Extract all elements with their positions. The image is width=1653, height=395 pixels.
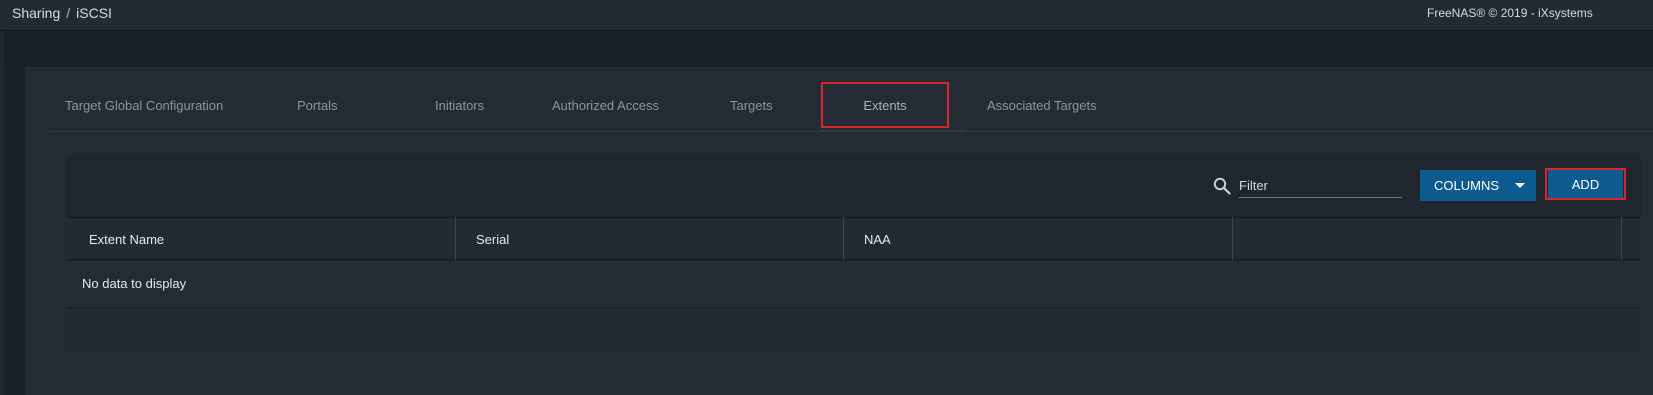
column-divider[interactable] bbox=[1621, 217, 1622, 260]
tab-bar: Target Global Configuration Portals Init… bbox=[50, 78, 1653, 132]
breadcrumb-sharing[interactable]: Sharing bbox=[12, 5, 60, 21]
copyright-text: FreeNAS® © 2019 - iXsystems bbox=[1427, 6, 1593, 20]
empty-message: No data to display bbox=[82, 276, 187, 291]
tab-targets[interactable]: Targets bbox=[720, 78, 810, 132]
active-tab-indicator bbox=[820, 130, 965, 132]
add-button[interactable]: ADD bbox=[1548, 170, 1623, 198]
breadcrumb: Sharing / iSCSI bbox=[12, 5, 112, 21]
tab-authorized-access[interactable]: Authorized Access bbox=[542, 78, 682, 132]
caret-down-icon bbox=[1515, 183, 1525, 188]
column-divider[interactable] bbox=[843, 217, 844, 260]
header-band bbox=[4, 31, 1653, 67]
tab-target-global-configuration[interactable]: Target Global Configuration bbox=[50, 78, 226, 132]
search-icon bbox=[1213, 177, 1231, 195]
columns-button[interactable]: COLUMNS bbox=[1420, 170, 1536, 201]
tab-extents[interactable]: Extents bbox=[821, 78, 949, 132]
column-header-naa[interactable]: NAA bbox=[864, 218, 891, 261]
column-divider[interactable] bbox=[1232, 217, 1233, 260]
table-toolbar bbox=[67, 155, 1641, 217]
table-header: Extent Name Serial NAA bbox=[67, 217, 1641, 260]
filter-input[interactable] bbox=[1239, 174, 1402, 198]
columns-button-label: COLUMNS bbox=[1434, 178, 1500, 193]
tab-initiators[interactable]: Initiators bbox=[415, 78, 505, 132]
breadcrumb-separator: / bbox=[66, 5, 71, 21]
empty-row bbox=[67, 261, 1641, 308]
table-footer bbox=[67, 309, 1641, 353]
tab-portals[interactable]: Portals bbox=[276, 78, 366, 132]
column-divider[interactable] bbox=[455, 217, 456, 260]
left-rail bbox=[0, 31, 4, 395]
tab-associated-targets[interactable]: Associated Targets bbox=[975, 78, 1115, 132]
column-header-serial[interactable]: Serial bbox=[476, 218, 509, 261]
top-bar: Sharing / iSCSI FreeNAS® © 2019 - iXsystem… bbox=[0, 0, 1653, 31]
column-header-extent-name[interactable]: Extent Name bbox=[89, 218, 164, 261]
breadcrumb-iscsi: iSCSI bbox=[76, 5, 112, 21]
